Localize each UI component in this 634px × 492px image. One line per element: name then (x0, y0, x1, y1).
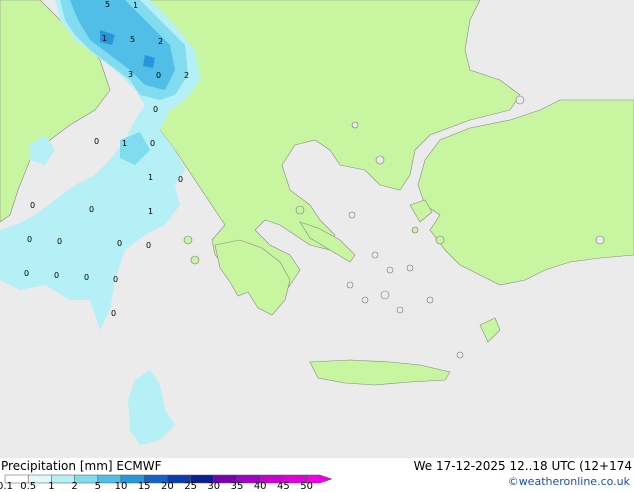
svg-text:0: 0 (89, 205, 94, 214)
valid-time: We 17-12-2025 12..18 UTC (12+174 (413, 459, 632, 473)
svg-text:0: 0 (153, 105, 158, 114)
svg-text:0: 0 (113, 275, 118, 284)
scale-tick-45: 45 (277, 481, 290, 492)
svg-text:0: 0 (156, 71, 161, 80)
svg-text:0: 0 (178, 175, 183, 184)
svg-text:0: 0 (30, 201, 35, 210)
svg-text:3: 3 (128, 70, 133, 79)
svg-text:0: 0 (57, 237, 62, 246)
scale-tick-50: 50 (300, 481, 313, 492)
scale-tick-40: 40 (253, 481, 267, 492)
svg-text:1: 1 (133, 1, 138, 10)
svg-text:0: 0 (94, 137, 99, 146)
legend-title: Precipitation [mm] ECMWF (1, 459, 162, 473)
svg-text:5: 5 (130, 35, 135, 44)
scale-tick-1: 1 (48, 481, 55, 492)
scale-tick-0.1: 0.1 (0, 481, 13, 492)
scale-tick-35: 35 (230, 481, 244, 492)
scale-tick-25: 25 (184, 481, 197, 492)
scale-arrow (319, 474, 333, 484)
credit: ©weatheronline.co.uk (507, 475, 630, 488)
svg-text:0: 0 (24, 269, 29, 278)
svg-text:0: 0 (27, 235, 32, 244)
scale-tick-30: 30 (207, 481, 221, 492)
svg-text:0: 0 (111, 309, 116, 318)
scale-tick-15: 15 (137, 481, 151, 492)
svg-text:1: 1 (102, 34, 107, 43)
svg-text:1: 1 (148, 207, 153, 216)
precipitation-map: 5 1 1 5 2 3 0 2 0 0 1 0 1 0 0 0 1 0 0 0 … (0, 0, 634, 458)
svg-text:0: 0 (84, 273, 89, 282)
scale-tick-2: 2 (71, 481, 78, 492)
svg-text:0: 0 (117, 239, 122, 248)
scale-tick-0.5: 0.5 (20, 481, 37, 492)
svg-text:2: 2 (184, 71, 189, 80)
svg-text:1: 1 (122, 139, 127, 148)
scale-tick-5: 5 (94, 481, 101, 492)
svg-text:0: 0 (150, 139, 155, 148)
svg-text:5: 5 (105, 0, 110, 9)
scale-tick-20: 20 (161, 481, 174, 492)
scale-tick-10: 10 (114, 481, 128, 492)
svg-text:0: 0 (146, 241, 151, 250)
svg-text:2: 2 (158, 37, 163, 46)
svg-text:1: 1 (148, 173, 153, 182)
svg-text:0: 0 (54, 271, 59, 280)
